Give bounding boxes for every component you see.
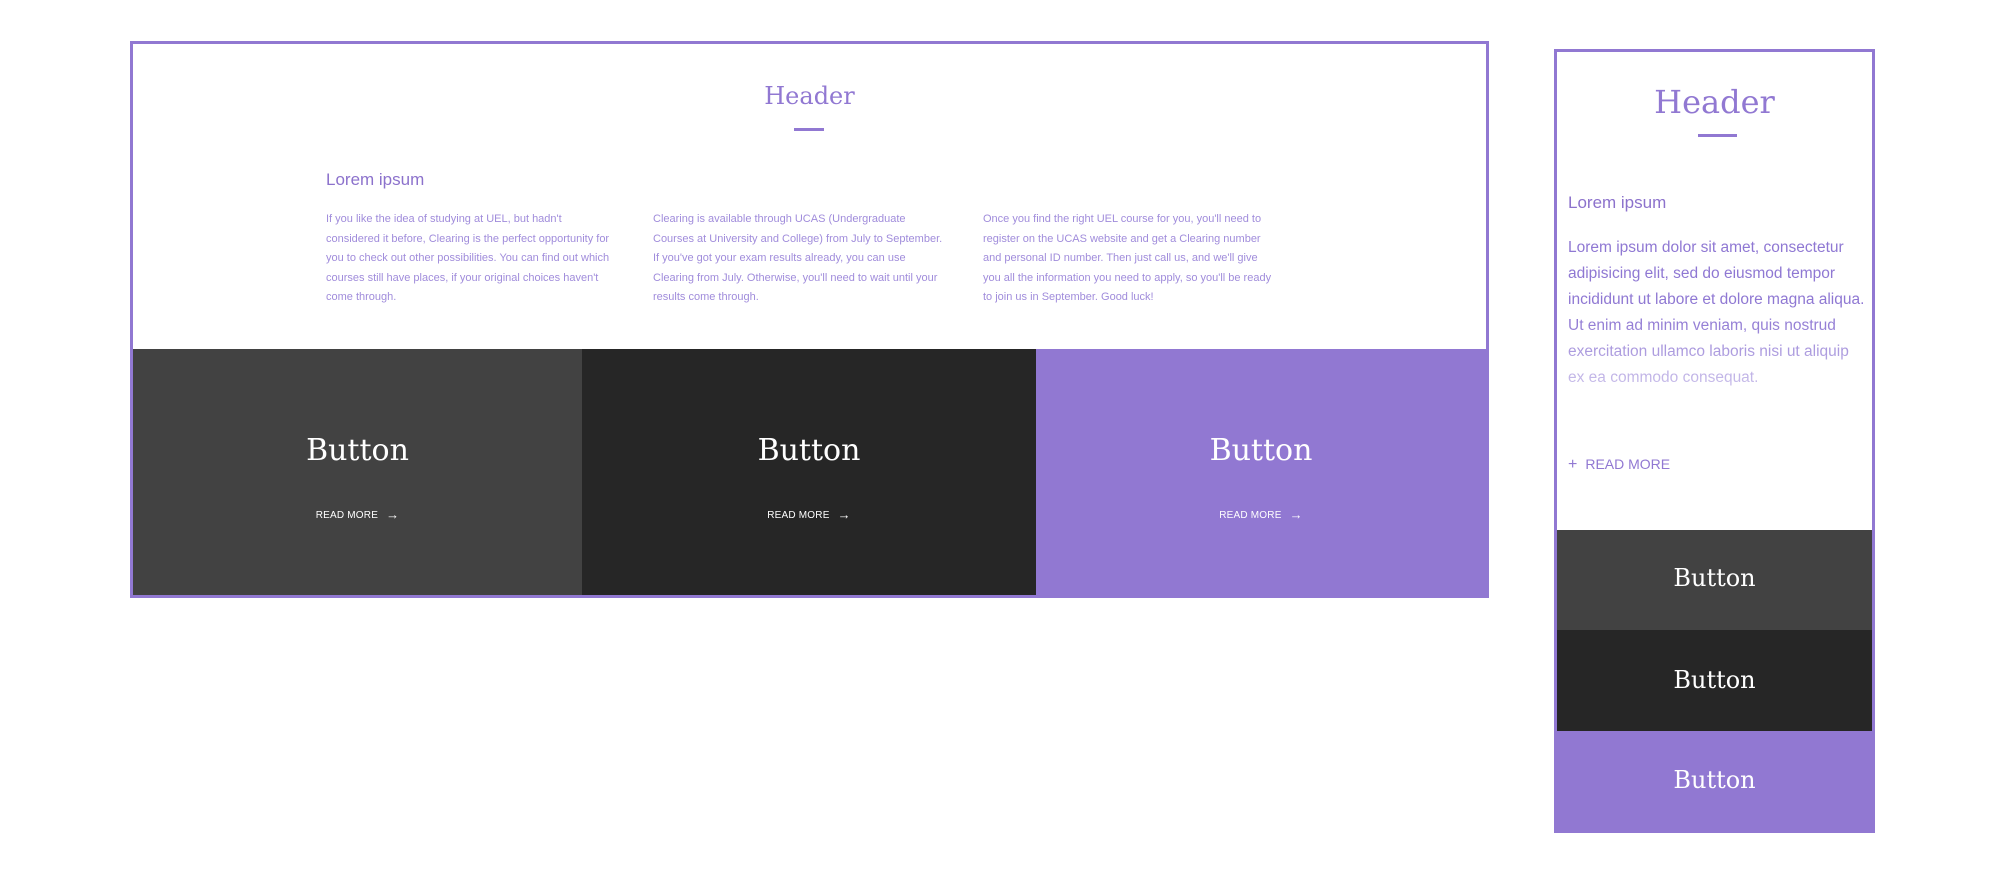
desktop-button-2[interactable]: Button READ MORE → bbox=[582, 349, 1036, 595]
desktop-button-1[interactable]: Button READ MORE → bbox=[133, 349, 582, 595]
desktop-button-row: Button READ MORE → Button READ MORE → Butt… bbox=[133, 349, 1486, 595]
desktop-header: Header bbox=[764, 82, 855, 110]
read-more-link[interactable]: READ MORE → bbox=[582, 507, 1036, 522]
mobile-subtitle: Lorem ipsum bbox=[1568, 193, 1667, 212]
desktop-card: Header Lorem ipsum If you like the idea … bbox=[130, 41, 1489, 598]
arrow-right-icon: → bbox=[386, 507, 400, 522]
mobile-button-1[interactable]: Button bbox=[1557, 530, 1872, 630]
plus-icon: + bbox=[1568, 456, 1578, 473]
arrow-right-icon: → bbox=[1289, 507, 1303, 522]
button-label: Button bbox=[757, 433, 861, 468]
mobile-header: Header bbox=[1654, 83, 1775, 121]
text-column-1: If you like the idea of studying at UEL,… bbox=[326, 213, 610, 303]
mobile-read-more-link[interactable]: + READ MORE bbox=[1568, 456, 1670, 474]
desktop-content: Header Lorem ipsum If you like the idea … bbox=[133, 44, 1486, 350]
read-more-label: READ MORE bbox=[315, 510, 379, 521]
mobile-button-3[interactable]: Button bbox=[1554, 731, 1875, 833]
read-more-link[interactable]: READ MORE → bbox=[133, 507, 582, 522]
desktop-subtitle: Lorem ipsum bbox=[326, 170, 425, 189]
mobile-card: Header Lorem ipsum Lorem ipsum dolor sit… bbox=[1554, 49, 1875, 833]
mobile-body-text: Lorem ipsum dolor sit amet, consectetur … bbox=[1568, 239, 1865, 386]
button-label: Button bbox=[1209, 433, 1313, 468]
read-more-label: READ MORE bbox=[767, 510, 830, 521]
text-column-2: Clearing is available through UCAS (Unde… bbox=[653, 213, 943, 303]
text-column-3: Once you find the right UEL course for y… bbox=[983, 213, 1272, 303]
header-underline bbox=[794, 128, 824, 131]
arrow-right-icon: → bbox=[837, 507, 851, 522]
desktop-button-3[interactable]: Button READ MORE → bbox=[1036, 349, 1486, 595]
mobile-button-2[interactable]: Button bbox=[1557, 630, 1872, 731]
read-more-link[interactable]: READ MORE → bbox=[1036, 507, 1486, 522]
read-more-label: READ MORE bbox=[1219, 510, 1282, 521]
read-more-label: READ MORE bbox=[1585, 456, 1671, 472]
header-underline bbox=[1698, 134, 1737, 137]
button-label: Button bbox=[306, 433, 409, 468]
